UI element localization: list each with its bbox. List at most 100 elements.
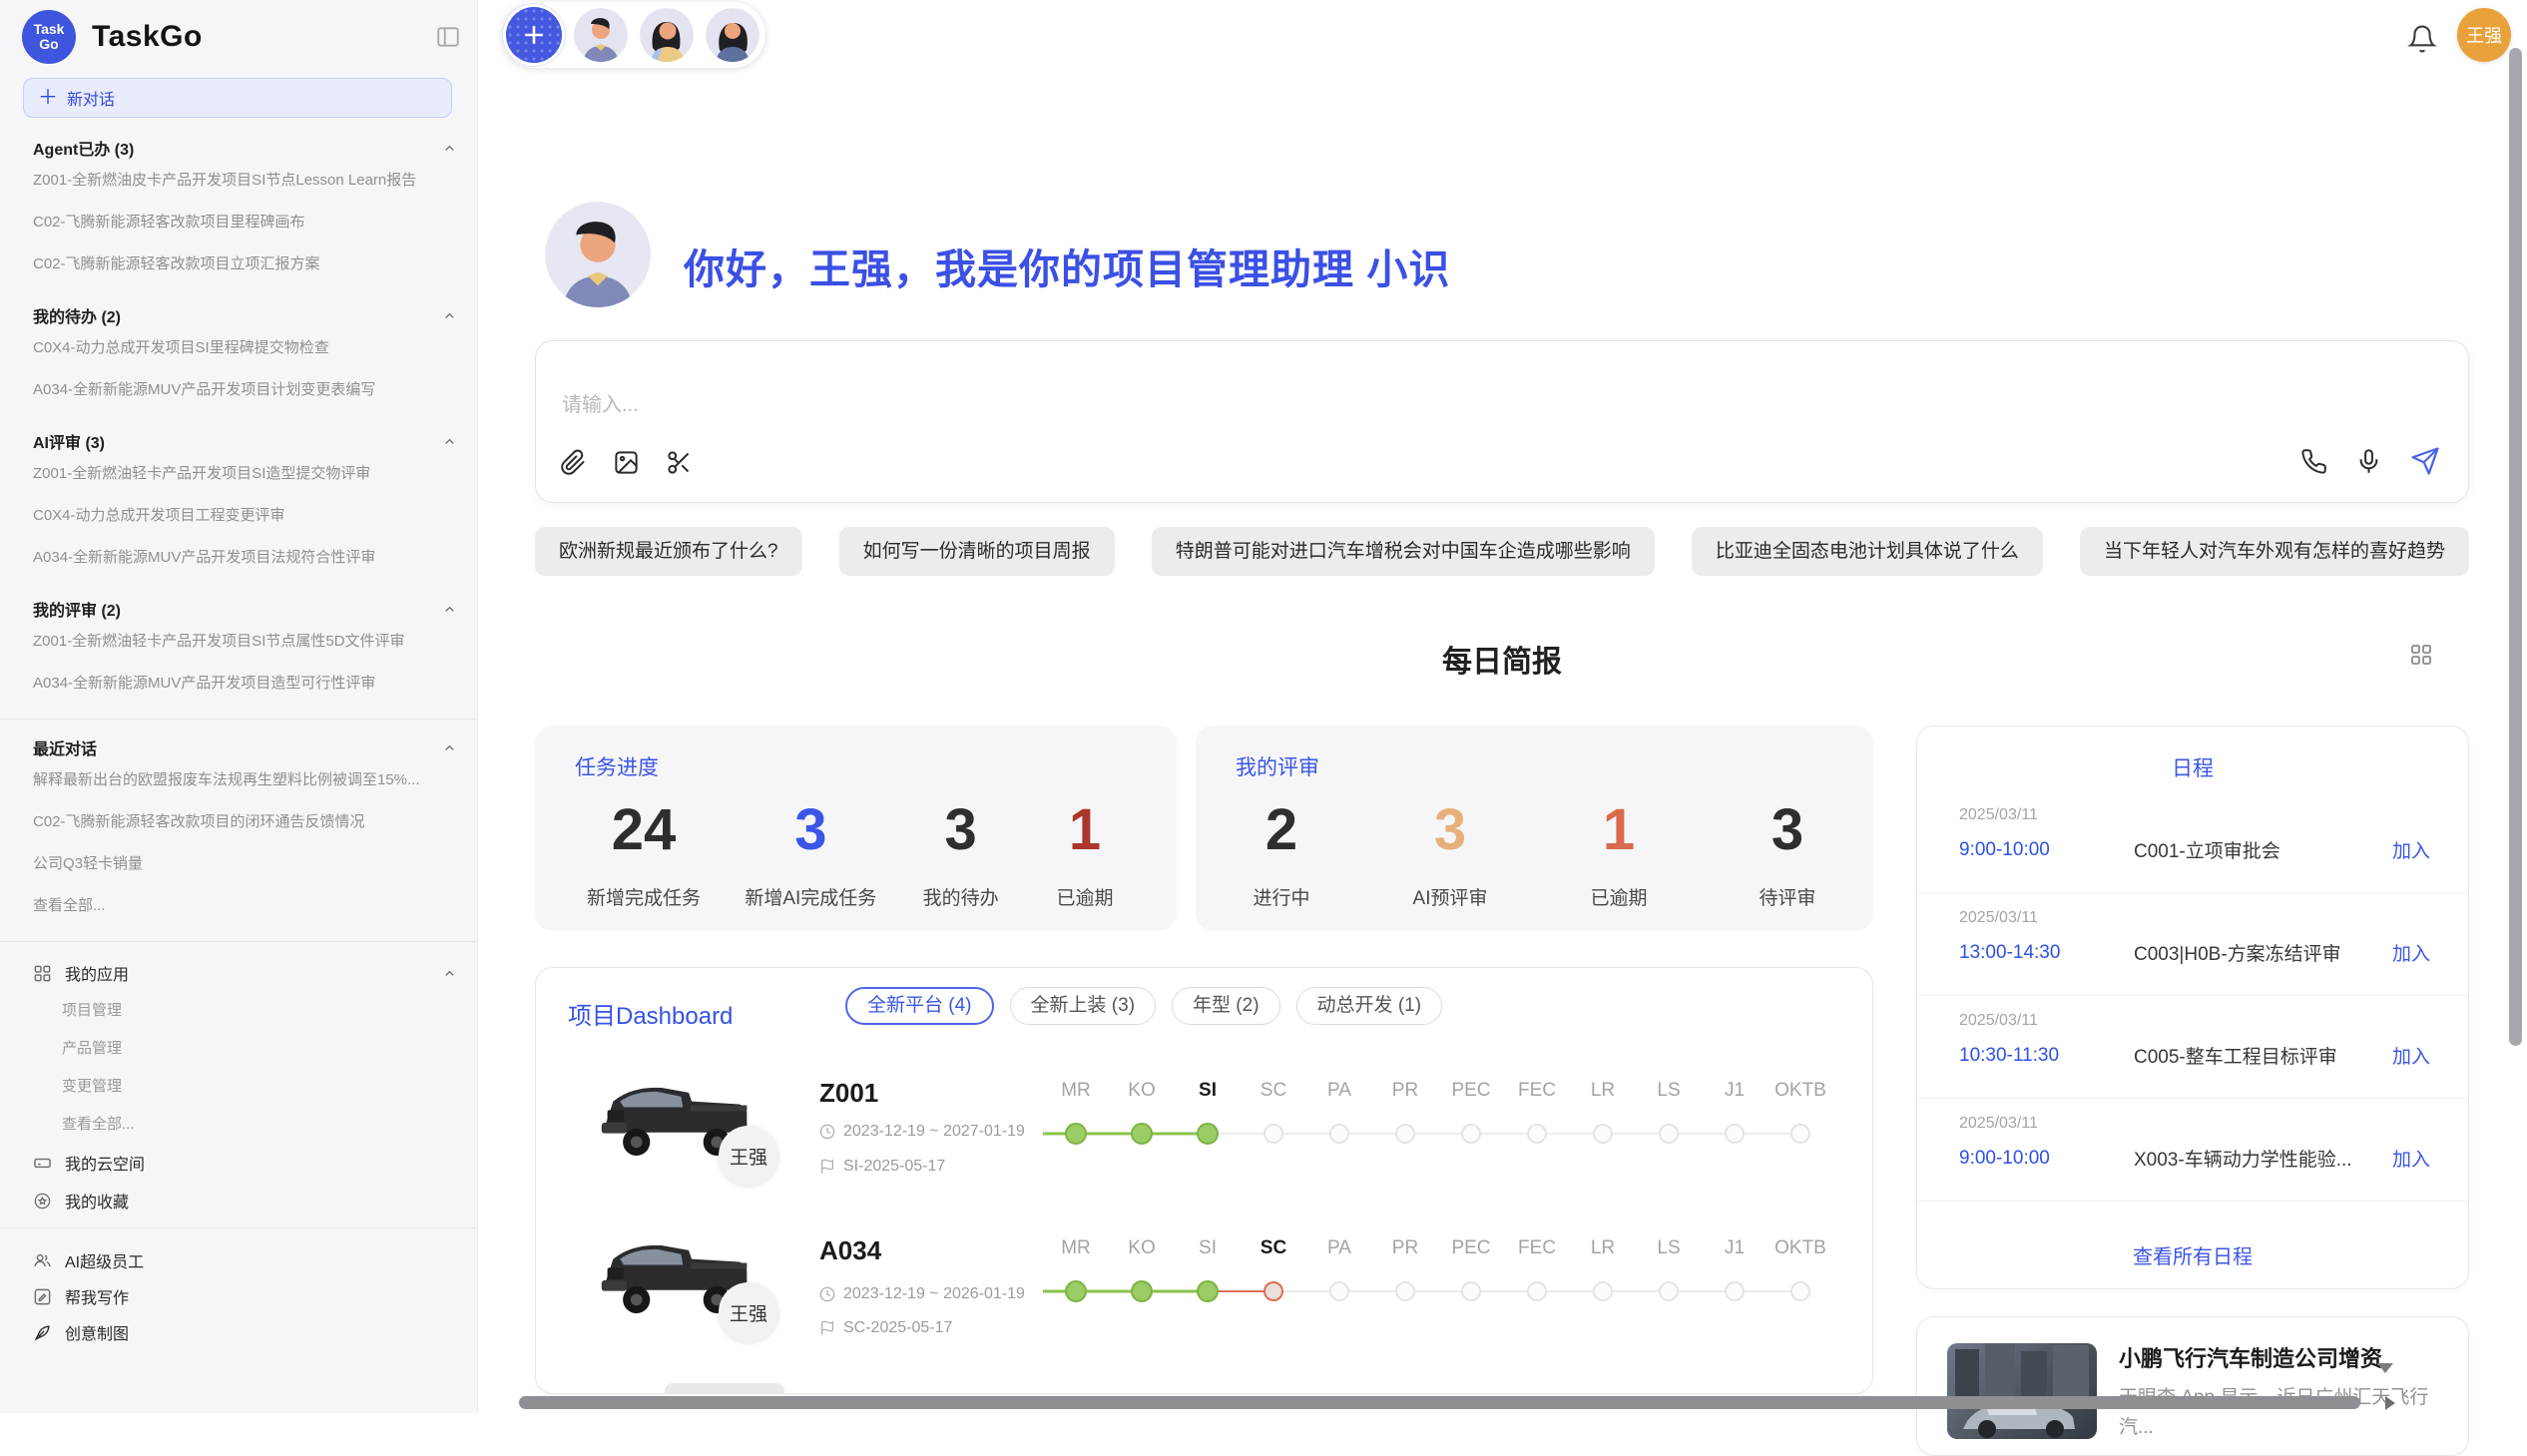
- card-title: 任务进度: [575, 751, 659, 781]
- sidebar-task-item[interactable]: C0X4-动力总成开发项目工程变更评审: [0, 495, 477, 537]
- dashboard-tab[interactable]: 全新上装 (3): [1010, 987, 1157, 1025]
- app-sub-item[interactable]: 项目管理: [0, 992, 477, 1030]
- sidebar-task-item[interactable]: A034-全新新能源MUV产品开发项目造型可行性评审: [0, 663, 477, 705]
- milestone-connector: [1372, 1290, 1395, 1292]
- notification-bell-icon[interactable]: [2407, 24, 2437, 54]
- stat-label: 我的待办: [923, 883, 999, 910]
- app-sub-item[interactable]: 查看全部...: [0, 1106, 477, 1144]
- sidebar-task-item[interactable]: C02-飞腾新能源轻客改款项目立项汇报方案: [0, 243, 477, 285]
- card-title: 我的评审: [1236, 751, 1319, 781]
- milestone-dot-zone: [1372, 1269, 1438, 1313]
- app-sub-item[interactable]: 产品管理: [0, 1030, 477, 1068]
- stat: 1 已逾期: [1045, 801, 1125, 910]
- suggestion-chip[interactable]: 当下年轻人对汽车外观有怎样的喜好趋势: [2080, 527, 2469, 576]
- suggestion-chip[interactable]: 欧洲新规最近颁布了什么?: [535, 527, 802, 576]
- sidebar-task-item[interactable]: C0X4-动力总成开发项目SI里程碑提交物检查: [0, 327, 477, 369]
- task-progress-stats: 24 新增完成任务 3 新增AI完成任务 3 我的待办 1 已逾期: [535, 801, 1177, 910]
- milestone-connector: [1504, 1290, 1527, 1292]
- sidebar-task-item[interactable]: C02-飞腾新能源轻客改款项目里程碑画布: [0, 202, 477, 243]
- dashboard-tab[interactable]: 全新平台 (4): [845, 987, 994, 1025]
- sidebar-item-my-apps[interactable]: 我的应用: [0, 954, 477, 992]
- sidebar-task-item[interactable]: A034-全新新能源MUV产品开发项目法规符合性评审: [0, 537, 477, 579]
- chat-input[interactable]: [560, 393, 1462, 418]
- news-body: 天眼查 App 显示，近日广州汇天飞行汽...: [2119, 1383, 2448, 1443]
- scissors-icon[interactable]: [666, 449, 693, 476]
- horizontal-scrollbar[interactable]: [519, 1396, 2360, 1409]
- chevron-up-icon[interactable]: [442, 740, 457, 755]
- dashboard-tab[interactable]: 动总开发 (1): [1296, 987, 1443, 1025]
- assistant-avatar[interactable]: [640, 8, 694, 62]
- chevron-up-icon[interactable]: [442, 434, 457, 449]
- suggestion-chip[interactable]: 如何写一份清晰的项目周报: [839, 527, 1115, 576]
- stat: 3 待评审: [1748, 801, 1827, 910]
- phone-icon[interactable]: [2300, 448, 2327, 475]
- sidebar-task-item[interactable]: A034-全新新能源MUV产品开发项目计划变更表编写: [0, 369, 477, 411]
- section-header-my-review[interactable]: 我的评审 (2): [0, 597, 477, 621]
- attachment-icon[interactable]: [560, 449, 587, 476]
- sidebar-task-item[interactable]: Z001-全新燃油轻卡产品开发项目SI造型提交物评审: [0, 453, 477, 495]
- schedule-entry: 2025/03/11 9:00-10:00 X003-车辆动力学性能验... 加…: [1917, 1099, 2468, 1202]
- flag-icon: [819, 1159, 835, 1175]
- milestone: KO: [1109, 1237, 1175, 1313]
- news-card[interactable]: 小鹏飞行汽车制造公司增资 天眼查 App 显示，近日广州汇天飞行汽...: [1916, 1316, 2469, 1456]
- join-link[interactable]: 加入: [2392, 939, 2430, 966]
- add-assistant-button[interactable]: [506, 7, 562, 63]
- sidebar-task-item[interactable]: Z001-全新燃油轻卡产品开发项目SI节点属性5D文件评审: [0, 621, 477, 663]
- project-dates: 2023-12-19 ~ 2026-01-19: [819, 1285, 1025, 1303]
- join-link[interactable]: 加入: [2392, 836, 2430, 863]
- chevron-up-icon[interactable]: [442, 308, 457, 323]
- join-link[interactable]: 加入: [2392, 1042, 2430, 1069]
- chevron-up-icon[interactable]: [442, 966, 457, 981]
- section-header-ai-review[interactable]: AI评审 (3): [0, 429, 477, 453]
- vertical-scrollbar[interactable]: [2509, 48, 2522, 1046]
- milestone-label: SI: [1199, 1080, 1217, 1104]
- view-all-schedule-link[interactable]: 查看所有日程: [1917, 1240, 2468, 1269]
- new-chat-button[interactable]: ＋ 新对话: [23, 78, 452, 118]
- section-header-agent-done[interactable]: Agent已办 (3): [0, 136, 477, 160]
- recent-chat-item[interactable]: C02-飞腾新能源轻客改款项目的闭环通告反馈情况: [0, 801, 477, 843]
- join-link[interactable]: 加入: [2392, 1145, 2430, 1172]
- milestone-dot-zone: [1175, 1112, 1241, 1156]
- chevron-up-icon[interactable]: [442, 602, 457, 617]
- sidebar-collapse-icon[interactable]: [435, 24, 461, 50]
- send-icon[interactable]: [2410, 446, 2440, 476]
- milestone: FEC: [1504, 1080, 1570, 1156]
- milestone-connector: [1636, 1290, 1659, 1292]
- section-header-recent-chats[interactable]: 最近对话: [0, 735, 477, 759]
- dashboard-tab[interactable]: 年型 (2): [1172, 987, 1280, 1025]
- milestone-dot-zone: [1043, 1112, 1109, 1156]
- milestone: J1: [1702, 1237, 1768, 1313]
- input-left-icons: [560, 449, 693, 476]
- assistant-avatar[interactable]: [574, 8, 628, 62]
- recent-chat-item[interactable]: 公司Q3轻卡销量: [0, 843, 477, 885]
- sidebar-item-help-write[interactable]: 帮我写作: [0, 1278, 477, 1314]
- section-header-my-todo[interactable]: 我的待办 (2): [0, 303, 477, 327]
- layout-grid-icon[interactable]: [2409, 643, 2433, 667]
- recent-chat-item[interactable]: 查看全部...: [0, 885, 477, 927]
- sidebar-task-item[interactable]: Z001-全新燃油皮卡产品开发项目SI节点Lesson Learn报告: [0, 160, 477, 202]
- user-avatar[interactable]: 王强: [2457, 8, 2511, 62]
- milestone-connector: [1306, 1290, 1329, 1292]
- scroll-right-arrow[interactable]: [2385, 1396, 2395, 1410]
- chevron-up-icon[interactable]: [442, 141, 457, 156]
- recent-chat-item[interactable]: 解释最新出台的欧盟报废车法规再生塑料比例被调至15%...: [0, 759, 477, 801]
- suggestion-chip[interactable]: 特朗普可能对进口汽车增税会对中国车企造成哪些影响: [1152, 527, 1655, 576]
- milestone-dot: [1461, 1124, 1481, 1144]
- milestone-connector: [1283, 1133, 1306, 1135]
- sidebar-item-favorites[interactable]: 我的收藏: [0, 1182, 477, 1219]
- image-icon[interactable]: [613, 449, 640, 476]
- scroll-down-arrow[interactable]: [2377, 1363, 2393, 1373]
- sidebar-item-cloud-space[interactable]: 我的云空间: [0, 1144, 477, 1182]
- sidebar-item-creative-draw[interactable]: 创意制图: [0, 1314, 477, 1350]
- app-sub-item[interactable]: 变更管理: [0, 1068, 477, 1106]
- milestone-connector: [1283, 1290, 1306, 1292]
- milestone-dot: [1131, 1123, 1153, 1145]
- milestone-dot-zone: [1768, 1112, 1833, 1156]
- sidebar-item-ai-staff[interactable]: AI超级员工: [0, 1242, 477, 1278]
- microphone-icon[interactable]: [2355, 448, 2382, 475]
- milestone-label: LR: [1591, 1237, 1615, 1261]
- milestone-label: FEC: [1518, 1237, 1556, 1261]
- assistant-avatar[interactable]: [706, 8, 759, 62]
- new-chat-label: 新对话: [67, 86, 115, 110]
- suggestion-chip[interactable]: 比亚迪全固态电池计划具体说了什么: [1692, 527, 2043, 576]
